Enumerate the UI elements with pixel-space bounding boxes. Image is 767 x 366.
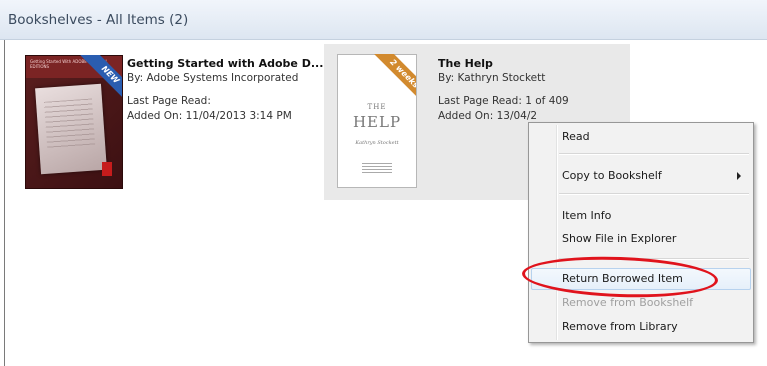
book-item-getting-started[interactable]: Getting Started With ADOBE® DIGITAL EDIT…	[20, 50, 323, 200]
book-info: The Help By: Kathryn Stockett Last Page …	[438, 56, 569, 124]
adobe-logo-icon	[102, 162, 112, 176]
book-info: Getting Started with Adobe D... By: Adob…	[127, 56, 323, 124]
bookshelf-header: Bookshelves - All Items (2)	[0, 0, 767, 40]
submenu-arrow-icon	[737, 172, 741, 180]
book-added-on: Added On: 11/04/2013 3:14 PM	[127, 110, 292, 122]
publisher-logo-icon	[362, 163, 392, 175]
page-title: Bookshelves - All Items (2)	[8, 12, 189, 28]
book-title: Getting Started with Adobe D...	[127, 57, 324, 70]
book-author: By: Kathryn Stockett	[438, 72, 546, 84]
menu-separator	[559, 153, 749, 155]
menu-separator	[559, 193, 749, 195]
menu-item-copy-to-bookshelf[interactable]: Copy to Bookshelf	[531, 165, 751, 187]
menu-item-remove-from-library[interactable]: Remove from Library	[531, 316, 751, 338]
context-menu: Read Copy to Bookshelf Item Info Show Fi…	[528, 122, 754, 343]
menu-item-label: Copy to Bookshelf	[562, 169, 662, 182]
book-last-page: Last Page Read:	[127, 95, 211, 107]
pane-divider	[4, 40, 5, 366]
menu-item-item-info[interactable]: Item Info	[531, 205, 751, 227]
book-title: The Help	[438, 57, 493, 70]
book-author: By: Adobe Systems Incorporated	[127, 72, 299, 84]
loan-period-badge: 2 weeks	[372, 54, 416, 98]
new-badge: NEW	[78, 55, 122, 99]
book-last-page: Last Page Read: 1 of 409	[438, 95, 569, 107]
menu-item-show-file-in-explorer[interactable]: Show File in Explorer	[531, 228, 751, 250]
menu-item-read[interactable]: Read	[531, 126, 751, 148]
